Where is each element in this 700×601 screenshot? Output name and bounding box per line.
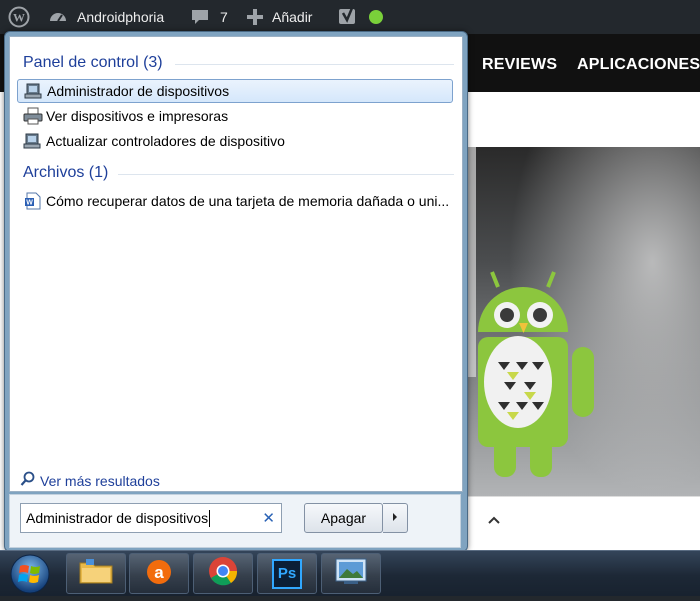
chevron-right-icon [391,509,399,527]
wordpress-icon: W [8,6,30,28]
taskbar-item-photo-viewer[interactable] [321,553,381,594]
wp-admin-bar: W Androidphoria 7 Añadir [0,0,700,34]
dashboard-icon [48,7,68,27]
shutdown-options-button[interactable] [383,503,408,533]
taskbar-item-file-explorer[interactable] [66,553,126,594]
comments-link[interactable]: 7 [190,0,228,34]
taskbar: a Ps [0,550,700,596]
seo-status-indicator[interactable] [369,0,383,34]
result-label: Cómo recuperar datos de una tarjeta de m… [46,193,450,209]
start-orb-icon [8,554,52,600]
photo-viewer-icon [334,556,368,591]
section-header-panel-de-control[interactable]: Panel de control (3) [23,54,163,72]
start-button[interactable] [8,552,52,596]
shutdown-label: Apagar [320,510,367,526]
search-icon [20,471,36,490]
taskbar-item-photoshop[interactable]: Ps [257,553,317,594]
status-dot-icon [369,10,383,24]
result-item-document[interactable]: W Cómo recuperar datos de una tarjeta de… [17,189,453,213]
nav-aplicaciones[interactable]: APLICACIONES [577,56,700,74]
more-results-label: Ver más resultados [40,472,160,489]
search-input[interactable]: Administrador de dispositivos ✕ [20,503,282,533]
svg-text:a: a [154,563,164,582]
comment-icon [190,7,210,27]
site-name-link[interactable]: Androidphoria [48,0,164,34]
clear-search-icon[interactable]: ✕ [262,509,275,527]
new-label: Añadir [272,9,313,25]
search-results-panel: Panel de control (3) Administrador de di… [9,36,463,492]
android-figure-image [462,147,700,531]
yoast-seo-button[interactable] [337,0,359,34]
start-menu-bottom-row: Administrador de dispositivos ✕ Apagar [9,494,461,548]
svg-text:W: W [13,11,25,25]
result-item-actualizar-controladores[interactable]: Actualizar controladores de dispositivo [17,129,453,153]
wordpress-logo-button[interactable]: W [8,0,30,34]
more-results-link[interactable]: Ver más resultados [20,471,160,490]
section-header-archivos[interactable]: Archivos (1) [23,164,108,182]
chevron-up-icon[interactable] [487,513,501,531]
avast-icon: a [143,555,175,592]
svg-text:W: W [26,200,33,207]
word-document-icon: W [23,192,43,210]
yoast-icon [337,6,359,28]
shutdown-button[interactable]: Apagar [304,503,383,533]
file-explorer-icon [78,555,114,592]
photoshop-icon: Ps [272,558,302,589]
section-divider [175,64,454,65]
new-content-link[interactable]: Añadir [246,0,312,34]
section-divider [118,174,454,175]
chrome-icon [207,555,239,592]
hero-image [462,147,700,531]
printer-icon [23,107,43,125]
result-label: Actualizar controladores de dispositivo [46,133,285,149]
result-label: Ver dispositivos e impresoras [46,108,229,124]
nav-reviews[interactable]: REVIEWS [482,56,557,74]
photoshop-label: Ps [277,565,297,582]
site-name: Androidphoria [77,9,165,25]
result-item-ver-dispositivos[interactable]: Ver dispositivos e impresoras [17,104,453,128]
start-menu: Panel de control (3) Administrador de di… [4,31,468,552]
device-manager-icon [23,132,43,150]
result-item-administrador-de-dispositivos[interactable]: Administrador de dispositivos [17,79,453,103]
plus-icon [246,8,264,26]
below-hero-strip [462,496,700,551]
result-label: Administrador de dispositivos [47,83,230,99]
comments-count: 7 [220,9,228,25]
device-manager-icon [24,82,44,100]
search-input-value: Administrador de dispositivos [26,510,209,526]
taskbar-item-chrome[interactable] [193,553,253,594]
text-caret [209,509,211,527]
taskbar-item-avast[interactable]: a [129,553,189,594]
